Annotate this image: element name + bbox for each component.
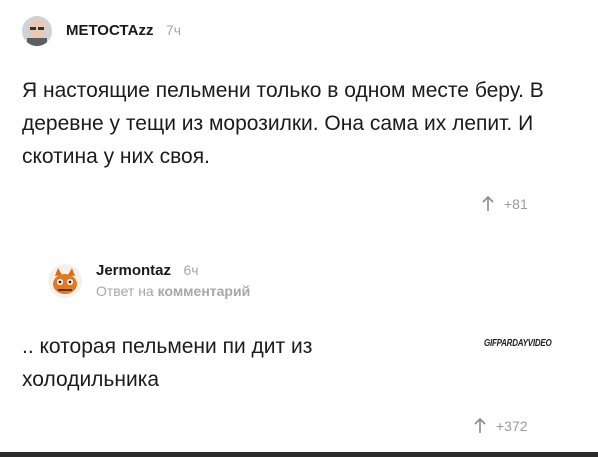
comment-1: МЕТОСТАzz 7ч Я настоящие пельмени только… [0, 0, 598, 245]
upvote-arrow-icon[interactable] [482, 196, 494, 212]
reply-text: .. которая пельмени пи дит из холодильни… [22, 335, 313, 391]
reply-vote-control[interactable]: +372 [474, 418, 528, 434]
comment-time: 6ч [183, 262, 199, 278]
reply-target-link[interactable]: комментарий [158, 283, 251, 299]
reply-header: Jermontaz 6ч Ответ на комментарий [48, 262, 250, 299]
vote-control[interactable]: +81 [482, 196, 528, 212]
author-name[interactable]: МЕТОСТАzz [66, 22, 153, 39]
vote-count: +372 [496, 418, 528, 434]
comment-header: МЕТОСТАzz 7ч [22, 16, 181, 46]
comment-time: 7ч [165, 22, 182, 38]
cat-avatar-icon[interactable] [48, 263, 82, 298]
upvote-arrow-icon[interactable] [474, 418, 486, 434]
comment-meta: МЕТОСТАzz 7ч [66, 22, 181, 40]
reply-to: Ответ на комментарий [96, 283, 250, 299]
author-name[interactable]: Jermontaz [96, 262, 171, 279]
reply-meta: Jermontaz 6ч Ответ на комментарий [96, 262, 250, 299]
bottom-divider [0, 452, 598, 457]
comment-text: Я настоящие пельмени только в одном мест… [22, 79, 544, 168]
reply-prefix: Ответ на [96, 283, 154, 299]
bald-man-avatar-icon[interactable] [22, 16, 52, 46]
watermark: GIFPARDAYVIDEO [484, 338, 552, 349]
vote-count: +81 [504, 196, 528, 212]
